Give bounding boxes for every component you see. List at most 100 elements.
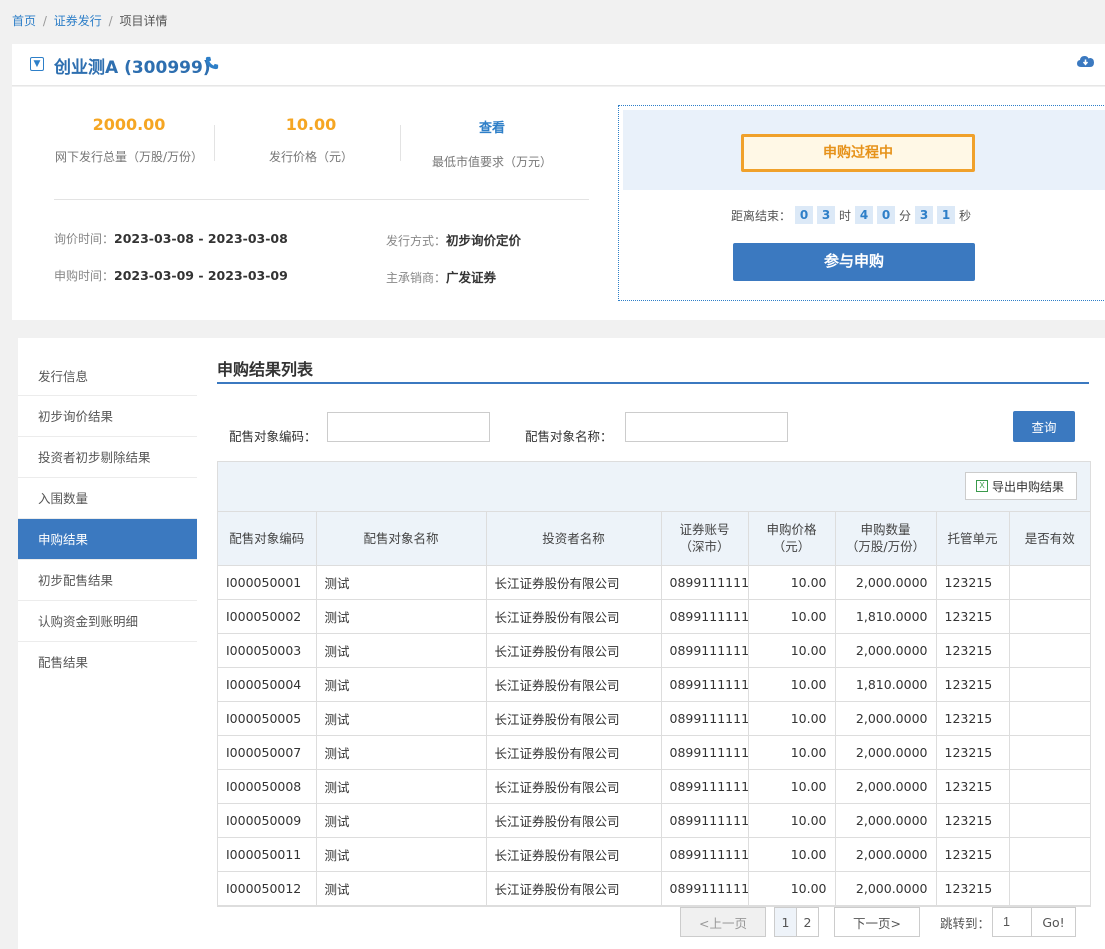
inquiry-time: 询价时间：2023-03-08 - 2023-03-08 xyxy=(54,230,288,247)
lead-underwriter-label: 主承销商： xyxy=(386,271,447,285)
table-cell: 123215 xyxy=(936,769,1010,804)
collapse-icon[interactable]: ▼ xyxy=(30,57,44,71)
column-header: 证券账号 （深市） xyxy=(661,512,749,566)
results-table: X 导出申购结果 配售对象编码 配售对象名称 投资者名称 证券账号 （深市） 申购价格 … xyxy=(217,461,1091,907)
table-cell: 0899111111 xyxy=(661,633,749,668)
page-button-1[interactable]: 1 xyxy=(774,907,797,937)
stat-min-market-value: 查看 最低市值要求（万元） xyxy=(412,117,572,170)
next-page-button[interactable]: 下一页> xyxy=(834,907,920,937)
table-cell: 测试 xyxy=(316,565,487,600)
page-button-2[interactable]: 2 xyxy=(796,907,819,937)
table-cell: I000050012 xyxy=(218,871,317,906)
column-header: 配售对象编码 xyxy=(218,512,317,566)
table-cell: 2,000.0000 xyxy=(835,871,937,906)
table-cell: 0899111111 xyxy=(661,667,749,702)
divider xyxy=(214,125,215,161)
divider xyxy=(54,199,589,200)
inquiry-time-label: 询价时间： xyxy=(54,232,115,246)
issue-method-label: 发行方式： xyxy=(386,234,447,248)
table-body: I000050001 测试 长江证券股份有限公司 0899111111 10.00 2,0… xyxy=(218,565,1090,906)
sidebar-item-fund-arrival[interactable]: 认购资金到账明细 xyxy=(18,601,197,642)
table-cell: 0899111111 xyxy=(661,735,749,770)
cloud-download-icon[interactable] xyxy=(1077,54,1095,68)
divider xyxy=(400,125,401,161)
breadcrumb-issue-link[interactable]: 证券发行 xyxy=(54,14,102,28)
table-cell: 长江证券股份有限公司 xyxy=(486,701,662,736)
view-link[interactable]: 查看 xyxy=(412,117,572,136)
stat-issue-price: 10.00 发行价格（元） xyxy=(236,115,386,165)
subscribe-time: 申购时间：2023-03-09 - 2023-03-09 xyxy=(54,267,288,284)
table-cell: 长江证券股份有限公司 xyxy=(486,667,662,702)
sidebar-item-initial-allotment[interactable]: 初步配售结果 xyxy=(18,560,197,601)
stat-value: 2000.00 xyxy=(92,115,166,134)
sidebar-item-initial-inquiry[interactable]: 初步询价结果 xyxy=(18,396,197,437)
countdown-digit: 0 xyxy=(877,206,896,224)
table-cell: 0899111111 xyxy=(661,599,749,634)
table-cell: 测试 xyxy=(316,803,487,838)
stat-label: 发行价格（元） xyxy=(268,150,353,164)
countdown-digit: 0 xyxy=(795,206,814,224)
table-cell: 10.00 xyxy=(748,803,836,838)
table-toolbar: X 导出申购结果 xyxy=(218,462,1090,512)
phone-icon[interactable] xyxy=(205,55,219,74)
table-cell: 测试 xyxy=(316,667,487,702)
table-row: I000050002 测试 长江证券股份有限公司 0899111111 10.00 1,8… xyxy=(218,599,1090,634)
jump-page-input[interactable] xyxy=(992,907,1033,937)
pagination: <上一页 1 2 下一页> 跳转到： Go! xyxy=(680,907,1077,937)
column-header: 是否有效 xyxy=(1009,512,1090,566)
status-stamp: 申购过程中 xyxy=(741,134,975,172)
table-cell xyxy=(1009,871,1090,906)
table-cell: 0899111111 xyxy=(661,701,749,736)
code-filter-input[interactable] xyxy=(327,412,490,442)
table-cell: 1,810.0000 xyxy=(835,667,937,702)
table-cell: 长江证券股份有限公司 xyxy=(486,769,662,804)
project-info-panel: 2000.00 网下发行总量（万股/万份） 10.00 发行价格（元） 查看 最… xyxy=(12,87,1105,320)
table-cell: I000050003 xyxy=(218,633,317,668)
table-cell: I000050005 xyxy=(218,701,317,736)
table-header-row: 配售对象编码 配售对象名称 投资者名称 证券账号 （深市） 申购价格 （元） 申购数量 （… xyxy=(218,512,1090,566)
table-cell: 123215 xyxy=(936,667,1010,702)
table-cell: 10.00 xyxy=(748,599,836,634)
table-cell: 0899111111 xyxy=(661,803,749,838)
sidebar-item-subscription-result[interactable]: 申购结果 xyxy=(18,519,197,560)
table-cell xyxy=(1009,633,1090,668)
join-subscription-button[interactable]: 参与申购 xyxy=(733,243,975,281)
stat-label: 最低市值要求（万元） xyxy=(431,155,552,169)
table-cell xyxy=(1009,565,1090,600)
jump-label: 跳转到： xyxy=(940,915,991,931)
sidebar-item-allotment-result[interactable]: 配售结果 xyxy=(18,642,197,683)
go-button[interactable]: Go! xyxy=(1031,907,1077,937)
table-cell: I000050002 xyxy=(218,599,317,634)
table-row: I000050011 测试 长江证券股份有限公司 0899111111 10.00 2,0… xyxy=(218,837,1090,872)
excel-icon: X xyxy=(975,480,988,492)
table-cell: 123215 xyxy=(936,633,1010,668)
subscribe-time-label: 申购时间： xyxy=(54,269,115,283)
table-cell: 长江证券股份有限公司 xyxy=(486,599,662,634)
table-cell: 测试 xyxy=(316,769,487,804)
column-header: 投资者名称 xyxy=(486,512,662,566)
breadcrumb-separator: / xyxy=(42,14,47,28)
table-row: I000050009 测试 长江证券股份有限公司 0899111111 10.00 2,0… xyxy=(218,803,1090,838)
table-row: I000050012 测试 长江证券股份有限公司 0899111111 10.00 2,0… xyxy=(218,871,1090,906)
column-header: 申购数量 （万股/万份） xyxy=(835,512,937,566)
export-results-button[interactable]: X 导出申购结果 xyxy=(964,472,1077,500)
sidebar-item-shortlist-count[interactable]: 入围数量 xyxy=(18,478,197,519)
stat-total-volume: 2000.00 网下发行总量（万股/万份） xyxy=(54,115,204,165)
name-filter-input[interactable] xyxy=(625,412,788,442)
countdown-digit: 3 xyxy=(915,206,934,224)
subscribe-time-value: 2023-03-09 - 2023-03-09 xyxy=(114,268,288,283)
countdown-unit: 秒 xyxy=(959,208,972,223)
sidebar-item-issue-info[interactable]: 发行信息 xyxy=(18,358,197,396)
table-cell xyxy=(1009,667,1090,702)
table-cell xyxy=(1009,769,1090,804)
table-cell: 10.00 xyxy=(748,633,836,668)
countdown-digit: 1 xyxy=(937,206,956,224)
query-button[interactable]: 查询 xyxy=(1013,411,1075,442)
table-cell: 10.00 xyxy=(748,735,836,770)
prev-page-button[interactable]: <上一页 xyxy=(680,907,766,937)
table-cell: 2,000.0000 xyxy=(835,803,937,838)
table-cell xyxy=(1009,735,1090,770)
breadcrumb-home-link[interactable]: 首页 xyxy=(12,14,36,28)
sidebar-item-investor-exclusion[interactable]: 投资者初步剔除结果 xyxy=(18,437,197,478)
table-cell: I000050009 xyxy=(218,803,317,838)
